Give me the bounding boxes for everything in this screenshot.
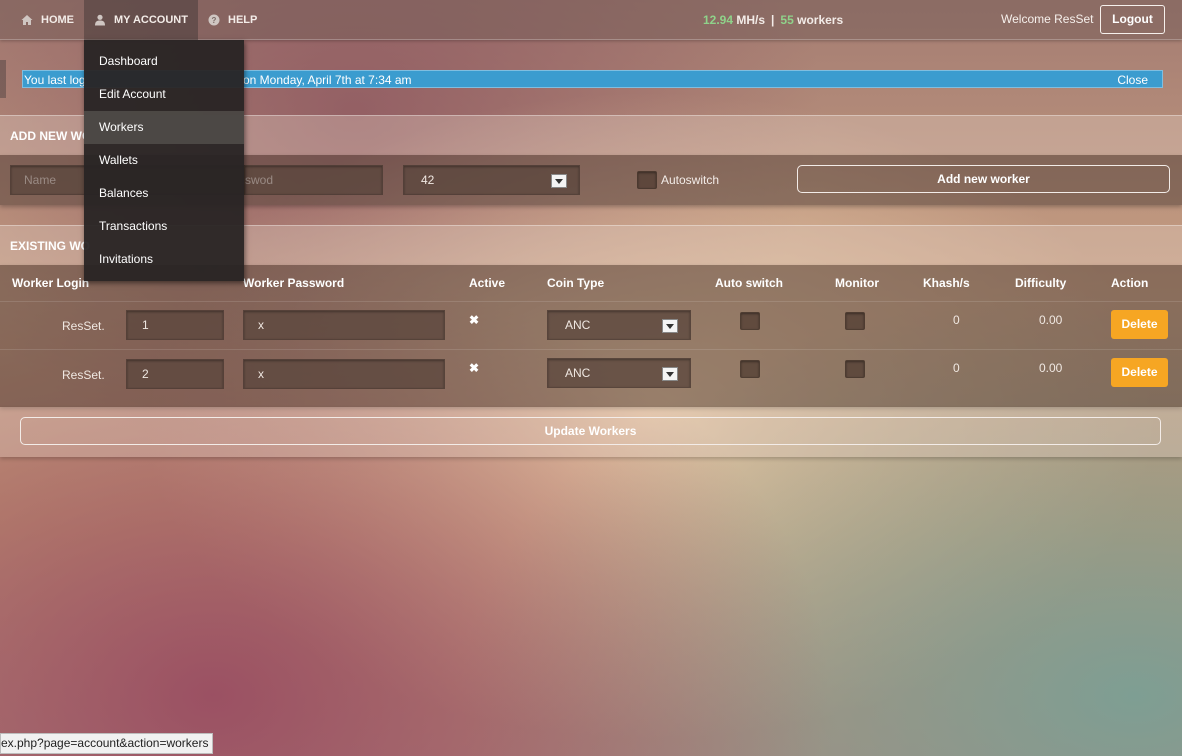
worker-login-prefix: ResSet. xyxy=(62,368,105,382)
auto-switch-checkbox[interactable] xyxy=(740,360,760,378)
notice-close-link[interactable]: Close xyxy=(1117,71,1148,89)
top-navbar: HOME MY ACCOUNT ? HELP 12.94 MH/s | 55 wor… xyxy=(0,0,1182,40)
workers-value: 55 xyxy=(780,13,794,27)
hashrate-value: 12.94 xyxy=(703,13,734,27)
worker-login-prefix: ResSet. xyxy=(62,319,105,333)
menu-item-invitations[interactable]: Invitations xyxy=(84,243,244,276)
menu-item-dashboard[interactable]: Dashboard xyxy=(84,45,244,78)
difficulty-value: 0.00 xyxy=(1039,313,1063,327)
svg-text:?: ? xyxy=(212,16,217,25)
menu-item-transactions[interactable]: Transactions xyxy=(84,210,244,243)
col-worker-login: Worker Login xyxy=(12,276,90,290)
row-divider xyxy=(0,301,1182,302)
inactive-x-icon: ✖ xyxy=(469,313,480,327)
home-icon xyxy=(21,14,33,26)
worker-coin-value: ANC xyxy=(565,318,591,332)
menu-item-edit-account[interactable]: Edit Account xyxy=(84,78,244,111)
user-icon xyxy=(94,14,106,26)
khash-value: 0 xyxy=(953,361,960,375)
worker-password-field[interactable]: x xyxy=(243,310,445,340)
worker-password-input[interactable]: swod xyxy=(244,165,383,195)
pool-stats: 12.94 MH/s | 55 workers xyxy=(703,13,843,27)
worker-password-field[interactable]: x xyxy=(243,359,445,389)
worker-coin-select[interactable]: ANC xyxy=(547,310,691,340)
nav-help-label: HELP xyxy=(228,14,258,26)
col-khash: Khash/s xyxy=(923,276,970,290)
chevron-down-icon xyxy=(662,367,678,381)
col-coin-type: Coin Type xyxy=(547,276,605,290)
my-account-dropdown: Dashboard Edit Account Workers Wallets B… xyxy=(84,40,244,281)
status-bar-url: ex.php?page=account&action=workers xyxy=(0,733,214,754)
logout-button[interactable]: Logout xyxy=(1100,5,1165,34)
worker-login-suffix-input[interactable]: 1 xyxy=(126,310,224,340)
worker-coin-select[interactable]: ANC xyxy=(547,358,691,388)
monitor-checkbox[interactable] xyxy=(845,312,865,330)
welcome-text: Welcome ResSet xyxy=(1001,12,1094,26)
notice-message-left: You last log xyxy=(24,73,86,87)
inactive-x-icon: ✖ xyxy=(469,361,480,375)
menu-item-workers[interactable]: Workers xyxy=(84,111,244,144)
update-workers-button[interactable]: Update Workers xyxy=(20,417,1161,445)
menu-item-balances[interactable]: Balances xyxy=(84,177,244,210)
row-divider xyxy=(0,349,1182,350)
notice-side-tab xyxy=(0,60,6,98)
help-icon: ? xyxy=(208,14,220,26)
worker-coin-value: ANC xyxy=(565,366,591,380)
autoswitch-checkbox[interactable] xyxy=(637,171,657,189)
monitor-checkbox[interactable] xyxy=(845,360,865,378)
menu-item-wallets[interactable]: Wallets xyxy=(84,144,244,177)
notice-message-right: on Monday, April 7th at 7:34 am xyxy=(243,73,412,87)
workers-label: workers xyxy=(797,13,844,27)
autoswitch-label: Autoswitch xyxy=(661,173,720,187)
add-new-worker-button[interactable]: Add new worker xyxy=(797,165,1170,193)
nav-my-account[interactable]: MY ACCOUNT xyxy=(84,0,198,40)
hashrate-unit: MH/s xyxy=(736,13,766,27)
stats-separator: | xyxy=(771,13,775,27)
difficulty-value: 0.00 xyxy=(1039,361,1063,375)
col-active: Active xyxy=(469,276,506,290)
nav-help[interactable]: ? HELP xyxy=(198,0,267,40)
chevron-down-icon xyxy=(551,174,567,188)
delete-worker-button[interactable]: Delete xyxy=(1111,358,1168,387)
nav-home[interactable]: HOME xyxy=(11,0,84,40)
auto-switch-checkbox[interactable] xyxy=(740,312,760,330)
col-auto-switch: Auto switch xyxy=(715,276,783,290)
nav-my-account-label: MY ACCOUNT xyxy=(114,14,188,26)
worker-login-suffix-input[interactable]: 2 xyxy=(126,359,224,389)
col-monitor: Monitor xyxy=(835,276,879,290)
chevron-down-icon xyxy=(662,319,678,333)
delete-worker-button[interactable]: Delete xyxy=(1111,310,1168,339)
khash-value: 0 xyxy=(953,313,960,327)
col-difficulty: Difficulty xyxy=(1015,276,1067,290)
col-worker-password: Worker Password xyxy=(243,276,345,290)
col-action: Action xyxy=(1111,276,1149,290)
nav-home-label: HOME xyxy=(41,14,74,26)
coin-select[interactable]: 42 xyxy=(403,165,580,195)
coin-select-value: 42 xyxy=(421,173,435,187)
